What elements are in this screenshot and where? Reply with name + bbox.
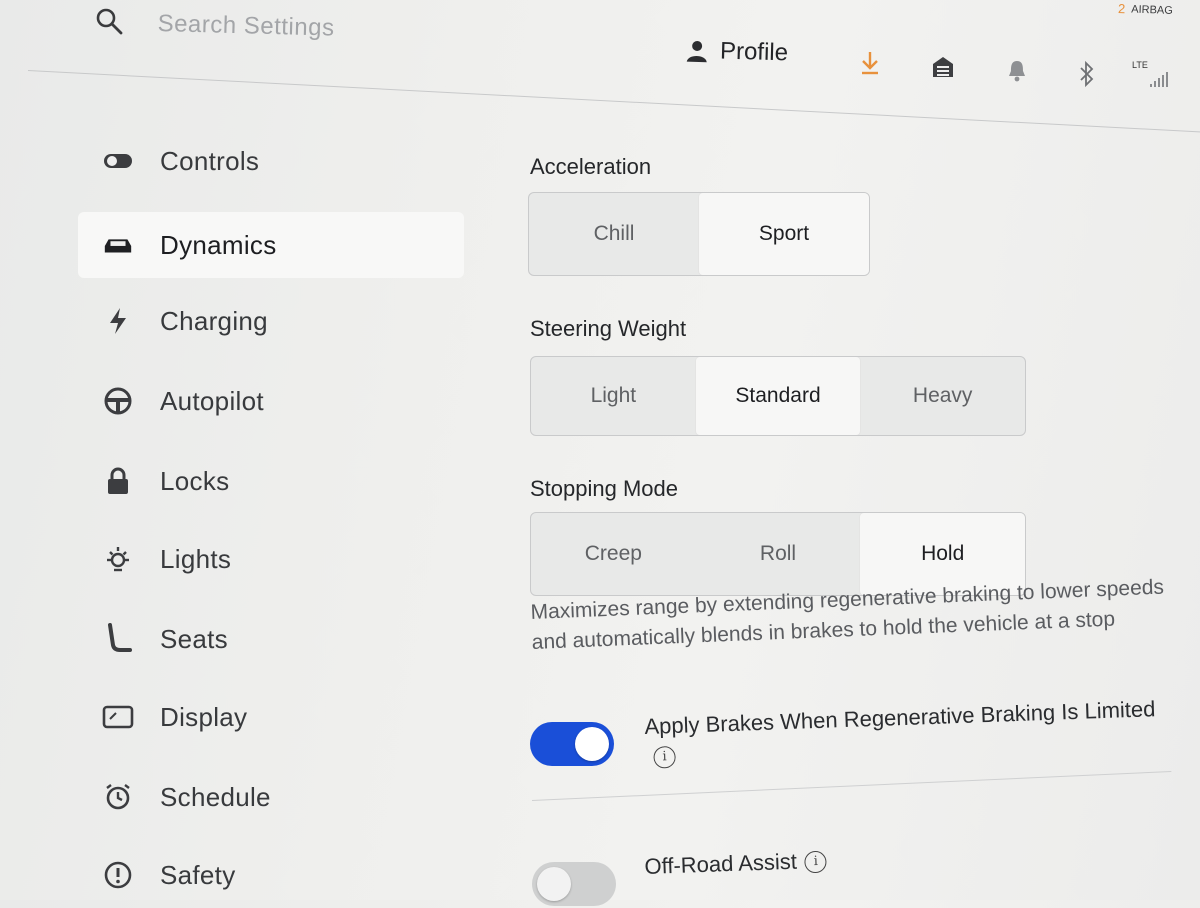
alert-circle-icon bbox=[102, 859, 134, 891]
toggle-icon bbox=[102, 145, 134, 177]
steering-option-light[interactable]: Light bbox=[531, 357, 696, 435]
acceleration-title: Acceleration bbox=[530, 154, 652, 179]
info-icon[interactable]: i bbox=[653, 746, 676, 769]
toggle-knob bbox=[575, 727, 609, 761]
sidebar-item-safety[interactable]: Safety bbox=[78, 842, 464, 908]
off-road-assist-row: Off-Road Assist i bbox=[644, 846, 828, 882]
sidebar-item-autopilot[interactable]: Autopilot bbox=[78, 368, 464, 434]
steering-option-heavy[interactable]: Heavy bbox=[860, 357, 1025, 435]
steering-weight-segmented-control: Light Standard Heavy bbox=[530, 356, 1026, 436]
toggle-knob bbox=[537, 867, 571, 901]
steering-weight-title: Steering Weight bbox=[530, 316, 687, 341]
sidebar-item-label: Dynamics bbox=[160, 229, 277, 260]
sidebar-item-label: Seats bbox=[160, 623, 228, 654]
sidebar-item-label: Safety bbox=[160, 859, 236, 890]
sidebar-item-display[interactable]: Display bbox=[78, 684, 464, 750]
sidebar-item-label: Controls bbox=[160, 145, 260, 176]
search-input[interactable]: Search Settings bbox=[157, 10, 335, 43]
stopping-option-roll[interactable]: Roll bbox=[696, 513, 861, 595]
car-icon bbox=[102, 229, 134, 261]
apply-brakes-toggle[interactable] bbox=[530, 722, 614, 766]
section-divider bbox=[531, 770, 1172, 801]
sidebar-item-controls[interactable]: Controls bbox=[78, 128, 464, 194]
steering-option-standard[interactable]: Standard bbox=[695, 357, 861, 435]
stopping-mode-title: Stopping Mode bbox=[530, 476, 678, 501]
sidebar-item-charging[interactable]: Charging bbox=[78, 288, 464, 354]
lock-icon bbox=[102, 465, 134, 497]
stopping-option-creep[interactable]: Creep bbox=[531, 513, 696, 595]
light-icon bbox=[102, 543, 134, 575]
sidebar-item-label: Schedule bbox=[160, 781, 271, 812]
off-road-assist-label: Off-Road Assist bbox=[644, 848, 798, 879]
apply-brakes-label: Apply Brakes When Regenerative Braking I… bbox=[644, 696, 1156, 739]
sidebar-item-seats[interactable]: Seats bbox=[78, 606, 464, 672]
apply-brakes-row: Apply Brakes When Regenerative Braking I… bbox=[644, 694, 1166, 772]
dynamics-settings-panel: Acceleration Chill Sport Steering Weight… bbox=[528, 0, 1200, 906]
sidebar-item-label: Display bbox=[160, 701, 248, 732]
acceleration-segmented-control: Chill Sport bbox=[528, 192, 870, 276]
acceleration-option-sport[interactable]: Sport bbox=[699, 193, 869, 275]
settings-sidebar: Controls Dynamics Charging Autopilot Loc… bbox=[0, 120, 480, 900]
sidebar-item-schedule[interactable]: Schedule bbox=[78, 764, 464, 830]
off-road-assist-toggle[interactable] bbox=[532, 862, 616, 906]
sidebar-item-label: Locks bbox=[160, 465, 230, 496]
sidebar-item-label: Autopilot bbox=[160, 385, 264, 416]
info-icon[interactable]: i bbox=[804, 850, 828, 874]
sidebar-item-label: Charging bbox=[160, 305, 268, 336]
display-icon bbox=[102, 701, 134, 733]
steering-wheel-icon bbox=[102, 385, 134, 417]
alarm-clock-icon bbox=[102, 781, 134, 813]
sidebar-item-lights[interactable]: Lights bbox=[78, 526, 464, 592]
sidebar-item-locks[interactable]: Locks bbox=[78, 448, 464, 514]
search-icon[interactable] bbox=[94, 6, 124, 36]
sidebar-item-dynamics[interactable]: Dynamics bbox=[78, 212, 464, 278]
seat-icon bbox=[102, 623, 134, 655]
acceleration-option-chill[interactable]: Chill bbox=[529, 193, 699, 275]
bolt-icon bbox=[102, 305, 134, 337]
sidebar-item-label: Lights bbox=[160, 543, 232, 574]
